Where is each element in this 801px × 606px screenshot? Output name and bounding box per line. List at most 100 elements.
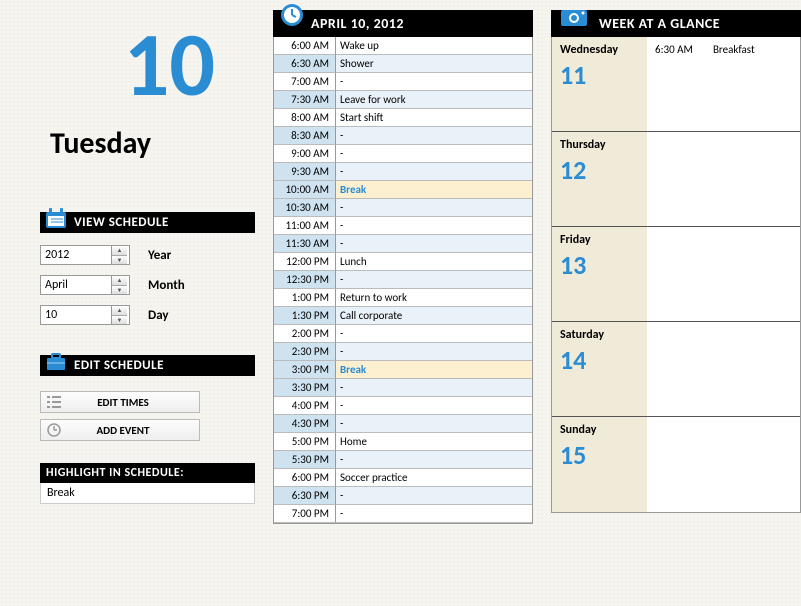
schedule-event: - — [336, 73, 532, 91]
week-day-number: 14 — [560, 344, 639, 376]
week-day-name: Saturday — [560, 328, 639, 342]
week-header: WEEK AT A GLANCE — [551, 10, 801, 37]
schedule-event: Lunch — [336, 253, 532, 271]
calendar-icon — [44, 206, 68, 230]
day-name: Tuesday — [40, 125, 255, 162]
schedule-row[interactable]: 9:00 AM- — [274, 145, 532, 163]
schedule-row[interactable]: 5:30 PM- — [274, 451, 532, 469]
schedule-row[interactable]: 3:30 PM- — [274, 379, 532, 397]
week-day-cell[interactable]: Wednesday11 — [552, 37, 647, 132]
schedule-row[interactable]: 10:30 AM- — [274, 199, 532, 217]
week-event-title: Breakfast — [713, 43, 755, 125]
schedule-row[interactable]: 6:00 AMWake up — [274, 37, 532, 55]
schedule-row[interactable]: 7:00 PM- — [274, 505, 532, 523]
clock-header-icon — [279, 2, 305, 28]
day-spinner[interactable]: ▲▼ — [111, 306, 127, 324]
schedule-event: Shower — [336, 55, 532, 73]
week-glance: WEEK AT A GLANCE Wednesday11Thursday12Fr… — [551, 10, 801, 524]
schedule-event: - — [336, 505, 532, 523]
day-schedule: APRIL 10, 2012 6:00 AMWake up6:30 AMShow… — [273, 10, 533, 524]
schedule-row[interactable]: 3:00 PMBreak — [274, 361, 532, 379]
view-schedule-header: VIEW SCHEDULE — [40, 212, 255, 233]
schedule-row[interactable]: 8:30 AM- — [274, 127, 532, 145]
month-input[interactable] — [41, 276, 111, 294]
year-input[interactable] — [41, 246, 111, 264]
schedule-row[interactable]: 2:30 PM- — [274, 343, 532, 361]
schedule-row[interactable]: 11:30 AM- — [274, 235, 532, 253]
schedule-row[interactable]: 6:30 PM- — [274, 487, 532, 505]
clock-icon — [41, 423, 67, 437]
week-event-cell[interactable]: 6:30 AMBreakfast — [647, 37, 800, 132]
month-stepper[interactable]: ▲▼ — [40, 275, 130, 295]
schedule-row[interactable]: 8:00 AMStart shift — [274, 109, 532, 127]
schedule-event: Leave for work — [336, 91, 532, 109]
year-stepper[interactable]: ▲▼ — [40, 245, 130, 265]
schedule-row[interactable]: 1:00 PMReturn to work — [274, 289, 532, 307]
schedule-event: - — [336, 487, 532, 505]
schedule-row[interactable]: 10:00 AMBreak — [274, 181, 532, 199]
week-day-name: Wednesday — [560, 43, 639, 57]
schedule-event: - — [336, 163, 532, 181]
schedule-time: 10:30 AM — [274, 199, 336, 217]
sidebar: 10 Tuesday VIEW SCHEDULE ▲▼ Year ▲▼ — [40, 10, 255, 524]
schedule-event: Break — [336, 361, 532, 379]
schedule-time: 11:00 AM — [274, 217, 336, 235]
schedule-event: - — [336, 199, 532, 217]
add-event-button[interactable]: ADD EVENT — [40, 419, 200, 441]
schedule-event: - — [336, 271, 532, 289]
schedule-row[interactable]: 2:00 PM- — [274, 325, 532, 343]
highlight-value[interactable]: Break — [40, 483, 255, 504]
schedule-row[interactable]: 9:30 AM- — [274, 163, 532, 181]
week-day-cell[interactable]: Sunday15 — [552, 417, 647, 512]
edit-times-button[interactable]: EDIT TIMES — [40, 391, 200, 413]
schedule-time: 4:00 PM — [274, 397, 336, 415]
schedule-row[interactable]: 6:30 AMShower — [274, 55, 532, 73]
schedule-time: 1:30 PM — [274, 307, 336, 325]
schedule-time: 11:30 AM — [274, 235, 336, 253]
week-events-column: 6:30 AMBreakfast — [647, 37, 800, 512]
schedule-row[interactable]: 12:00 PMLunch — [274, 253, 532, 271]
week-day-name: Friday — [560, 233, 639, 247]
year-label: Year — [148, 248, 171, 263]
day-input[interactable] — [41, 306, 111, 324]
year-spinner[interactable]: ▲▼ — [111, 246, 127, 264]
briefcase-icon — [44, 349, 68, 373]
schedule-event: - — [336, 397, 532, 415]
schedule-event: - — [336, 127, 532, 145]
schedule-row[interactable]: 4:30 PM- — [274, 415, 532, 433]
schedule-time: 5:30 PM — [274, 451, 336, 469]
day-stepper[interactable]: ▲▼ — [40, 305, 130, 325]
edit-schedule-header: EDIT SCHEDULE — [40, 355, 255, 376]
week-event-cell[interactable] — [647, 417, 800, 512]
schedule-row[interactable]: 6:00 PMSoccer practice — [274, 469, 532, 487]
schedule-row[interactable]: 11:00 AM- — [274, 217, 532, 235]
week-day-number: 15 — [560, 439, 639, 471]
schedule-event: - — [336, 325, 532, 343]
schedule-time: 9:00 AM — [274, 145, 336, 163]
schedule-row[interactable]: 7:00 AM- — [274, 73, 532, 91]
schedule-time: 2:00 PM — [274, 325, 336, 343]
schedule-row[interactable]: 5:00 PMHome — [274, 433, 532, 451]
schedule-time: 7:00 PM — [274, 505, 336, 523]
week-day-cell[interactable]: Saturday 14 — [552, 322, 647, 417]
week-event-cell[interactable] — [647, 132, 800, 227]
week-event-cell[interactable] — [647, 322, 800, 417]
schedule-time: 8:00 AM — [274, 109, 336, 127]
schedule-row[interactable]: 4:00 PM- — [274, 397, 532, 415]
schedule-event: Break — [336, 181, 532, 199]
schedule-event: Soccer practice — [336, 469, 532, 487]
month-label: Month — [148, 278, 185, 293]
week-day-number: 12 — [560, 154, 639, 186]
week-day-number: 13 — [560, 249, 639, 281]
schedule-event: Home — [336, 433, 532, 451]
schedule-row[interactable]: 12:30 PM- — [274, 271, 532, 289]
week-day-cell[interactable]: Friday 13 — [552, 227, 647, 322]
month-spinner[interactable]: ▲▼ — [111, 276, 127, 294]
schedule-row[interactable]: 1:30 PMCall corporate — [274, 307, 532, 325]
schedule-grid: 6:00 AMWake up6:30 AMShower7:00 AM-7:30 … — [273, 37, 533, 524]
schedule-event: - — [336, 379, 532, 397]
week-event-cell[interactable] — [647, 227, 800, 322]
schedule-row[interactable]: 7:30 AMLeave for work — [274, 91, 532, 109]
week-day-cell[interactable]: Thursday12 — [552, 132, 647, 227]
schedule-time: 6:30 AM — [274, 55, 336, 73]
